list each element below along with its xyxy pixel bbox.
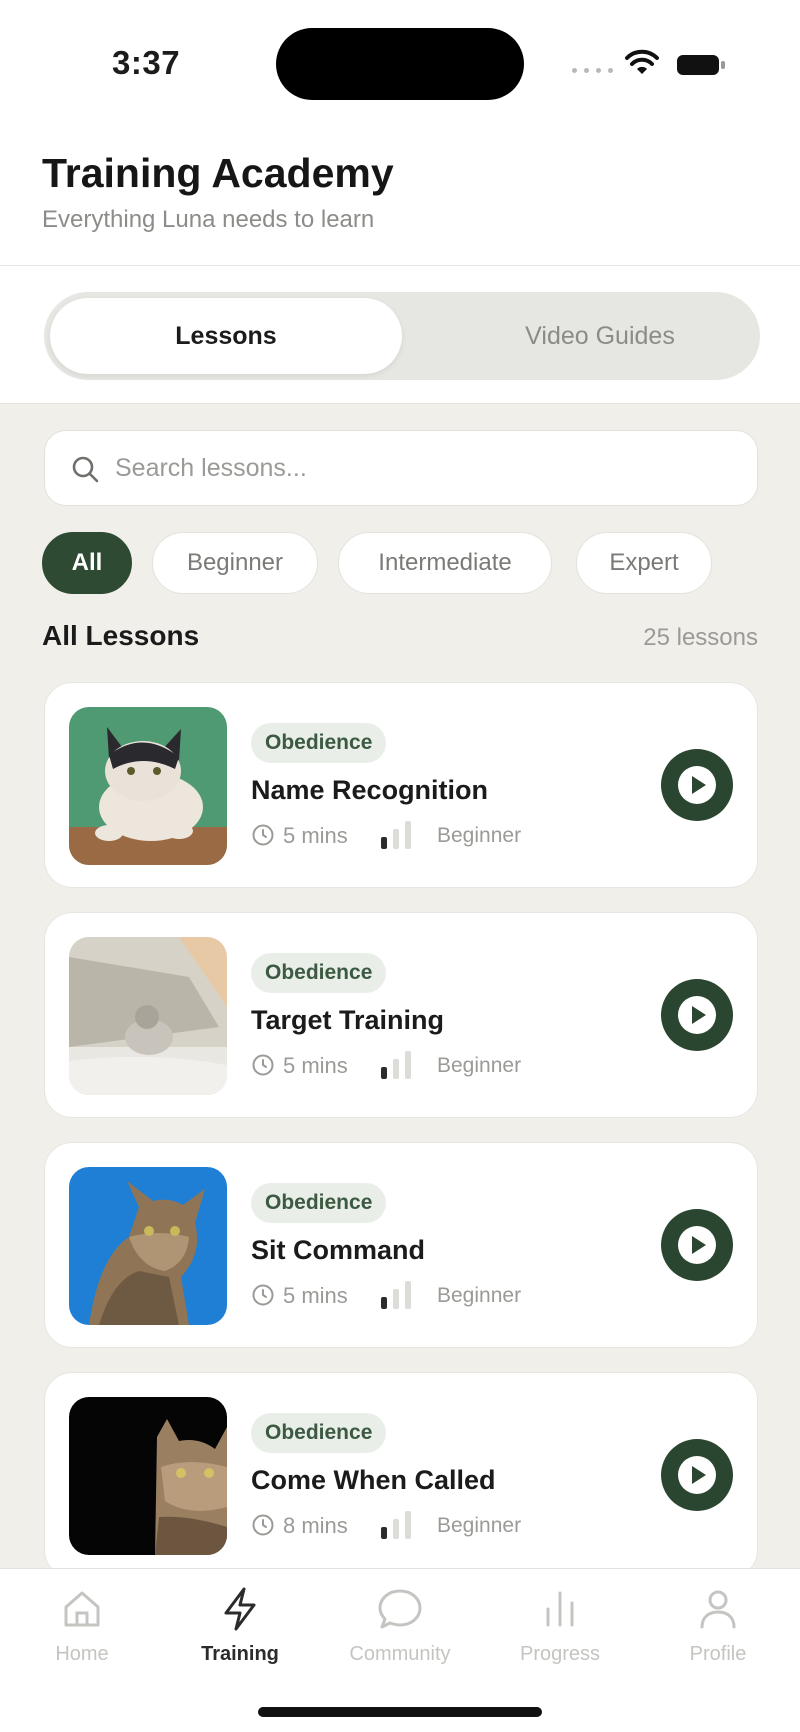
cat-image [69,1167,227,1325]
clock-icon [252,1054,274,1076]
segmented-control: Lessons Video Guides [44,292,760,380]
lesson-meta: 5 mins Beginner [251,1281,611,1311]
lesson-level: Beginner [437,1054,522,1077]
lesson-title: Target Training [251,1005,445,1035]
tab-label: Progress [519,1643,601,1665]
tab-video-guides[interactable]: Video Guides [444,298,756,374]
tab-label: Home [55,1643,109,1665]
tab-progress[interactable]: Progress [480,1585,640,1675]
lesson-card[interactable]: Obedience Name Recognition 5 mins Beginn… [44,682,758,888]
tab-bar: Home Training Community Progress Profile [0,1568,800,1732]
lesson-thumbnail [69,707,227,865]
cat-image [69,937,227,1095]
search-input[interactable] [115,431,735,505]
tab-profile[interactable]: Profile [638,1585,798,1675]
play-icon [678,1226,716,1264]
tab-training[interactable]: Training [160,1585,320,1675]
bolt-icon [224,1587,256,1631]
tab-community[interactable]: Community [320,1585,480,1675]
lesson-duration: 5 mins [283,1053,348,1078]
status-time: 3:37 [112,44,181,81]
lesson-meta: 5 mins Beginner [251,821,611,851]
lesson-level: Beginner [437,1284,522,1307]
filter-chip-all[interactable]: All [42,532,132,594]
clock-icon [252,1514,274,1536]
category-tag: Obedience [251,1413,387,1453]
home-icon [64,1591,100,1627]
segment-area: Lessons Video Guides [0,266,800,404]
tab-label: Profile [689,1643,747,1665]
lesson-thumbnail [69,937,227,1095]
page-header: Training Academy Everything Luna needs t… [0,130,800,266]
lesson-thumbnail [69,1167,227,1325]
status-bar: 3:37 [0,0,800,130]
lesson-count: 25 lessons [643,624,758,651]
filter-chips: All Beginner Intermediate Expert [42,532,758,594]
cellular-signal-icon [572,68,613,73]
lesson-meta: 5 mins Beginner [251,1051,611,1081]
play-icon [678,996,716,1034]
cat-image [69,707,227,865]
clock-icon [252,824,274,846]
play-button[interactable] [661,749,733,821]
lesson-thumbnail [69,1397,227,1555]
lesson-title: Name Recognition [251,775,489,805]
difficulty-bars-icon [381,821,411,849]
category-tag: Obedience [251,723,387,763]
filter-chip-expert[interactable]: Expert [576,532,712,594]
lesson-meta: 8 mins Beginner [251,1511,611,1541]
chat-bubble-icon [378,1589,422,1629]
lesson-card[interactable]: Obedience Sit Command 5 mins Beginner [44,1142,758,1348]
lesson-title: Come When Called [251,1465,496,1495]
lesson-level: Beginner [437,824,522,847]
filter-chip-beginner[interactable]: Beginner [152,532,318,594]
play-button[interactable] [661,1439,733,1511]
dynamic-island [276,28,524,100]
search-box[interactable] [44,430,758,506]
lesson-title: Sit Command [251,1235,426,1265]
search-icon [72,456,99,483]
play-button[interactable] [661,1209,733,1281]
lesson-level: Beginner [437,1514,522,1537]
page-title: Training Academy [42,150,394,196]
difficulty-bars-icon [381,1281,411,1309]
cat-image [69,1397,227,1555]
play-icon [678,766,716,804]
tab-label: Community [349,1643,451,1665]
person-icon [700,1590,736,1629]
status-indicators [572,48,732,82]
lesson-duration: 5 mins [283,1283,348,1308]
tab-home[interactable]: Home [2,1585,162,1675]
tab-label: Training [201,1643,279,1665]
filter-chip-intermediate[interactable]: Intermediate [338,532,552,594]
lesson-card[interactable]: Obedience Come When Called 8 mins Beginn… [44,1372,758,1578]
lesson-card[interactable]: Obedience Target Training 5 mins Beginne… [44,912,758,1118]
play-icon [678,1456,716,1494]
category-tag: Obedience [251,953,387,993]
page-subtitle: Everything Luna needs to learn [42,206,375,233]
category-tag: Obedience [251,1183,387,1223]
clock-icon [252,1284,274,1306]
bar-chart-icon [546,1591,574,1627]
wifi-icon [625,49,659,74]
lesson-duration: 5 mins [283,823,348,848]
lesson-duration: 8 mins [283,1513,348,1538]
home-indicator [258,1707,542,1717]
play-button[interactable] [661,979,733,1051]
section-title: All Lessons [42,620,200,651]
difficulty-bars-icon [381,1051,411,1079]
battery-icon [677,55,725,75]
tab-lessons[interactable]: Lessons [50,298,402,374]
difficulty-bars-icon [381,1511,411,1539]
